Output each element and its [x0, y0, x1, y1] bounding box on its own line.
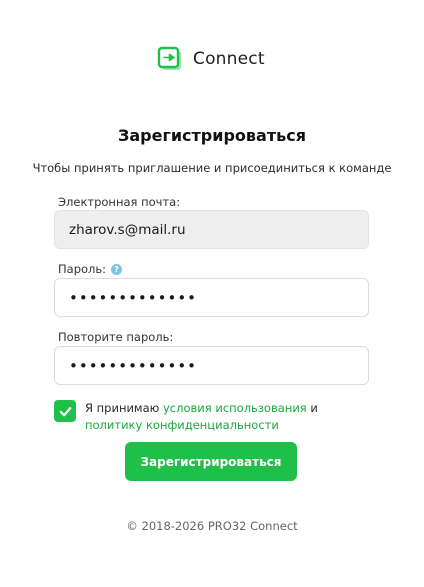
- password-label-text: Пароль:: [58, 262, 107, 276]
- terms-link[interactable]: условия использования: [163, 401, 307, 415]
- password-repeat-label-text: Повторите пароль:: [58, 330, 174, 344]
- agreement-prefix: Я принимаю: [85, 401, 163, 415]
- brand-name: Connect: [193, 49, 265, 69]
- agreement-text: Я принимаю условия использования и полит…: [85, 400, 375, 434]
- email-value: zharov.s@mail.ru: [69, 221, 186, 238]
- password-repeat-label: Повторите пароль:: [58, 330, 173, 344]
- password-value: •••••••••••••: [69, 288, 198, 307]
- email-label: Электронная почта:: [58, 195, 180, 209]
- password-label: Пароль: ?: [58, 262, 123, 276]
- password-repeat-field[interactable]: •••••••••••••: [54, 346, 369, 385]
- footer-copyright: © 2018-2026 PRO32 Connect: [126, 519, 298, 533]
- page-title: Зарегистрироваться: [118, 126, 306, 145]
- registration-page: Connect Зарегистрироваться Чтобы принять…: [0, 0, 424, 587]
- email-label-text: Электронная почта:: [58, 195, 181, 209]
- connect-logo-icon: [157, 46, 181, 70]
- email-field[interactable]: zharov.s@mail.ru: [54, 210, 369, 249]
- privacy-link[interactable]: политику конфиденциальности: [85, 418, 279, 432]
- help-icon[interactable]: ?: [111, 263, 123, 275]
- checkmark-icon: [59, 406, 71, 416]
- page-subtitle: Чтобы принять приглашение и присоединить…: [32, 161, 392, 175]
- password-repeat-value: •••••••••••••: [69, 356, 198, 375]
- register-button[interactable]: Зарегистрироваться: [125, 442, 297, 481]
- agreement-conjunction: и: [306, 401, 318, 415]
- password-field[interactable]: •••••••••••••: [54, 278, 369, 317]
- brand-logo: Connect: [157, 46, 265, 72]
- agreement-checkbox[interactable]: [54, 400, 76, 422]
